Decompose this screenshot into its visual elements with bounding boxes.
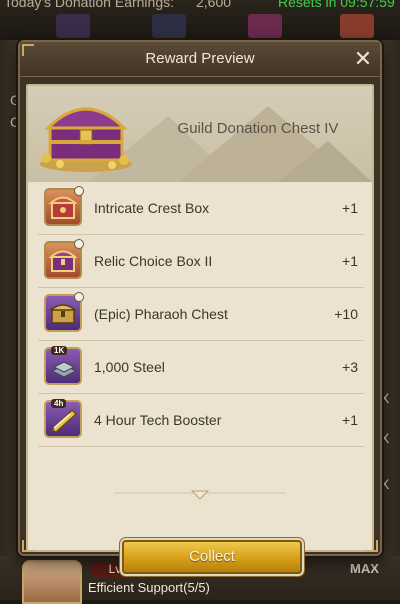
donation-earnings-label: Today's Donation Earnings: (4, 0, 174, 10)
background-chest-icon (248, 14, 282, 38)
reward-name: Relic Choice Box II (94, 253, 213, 269)
chest-name: Guild Donation Chest IV (177, 120, 339, 137)
crest-box-icon (44, 186, 84, 226)
frame-corner-decoration (22, 44, 34, 56)
reward-quantity: +1 (342, 412, 358, 428)
list-item: Intricate Crest Box +1 (38, 182, 364, 235)
reward-name: 1,000 Steel (94, 359, 165, 375)
modal-title-bar: Reward Preview ✕ (20, 42, 380, 77)
pharaoh-chest-icon (44, 292, 84, 332)
reward-panel: Guild Donation Chest IV Intricate Crest … (26, 84, 374, 574)
background-chest-icon (340, 14, 374, 38)
background-chest-icon (152, 14, 186, 38)
reward-name: Intricate Crest Box (94, 200, 210, 216)
chest-header: Guild Donation Chest IV (28, 86, 372, 182)
list-item: 4h 4 Hour Tech Booster +1 (38, 394, 364, 447)
avatar (22, 560, 82, 604)
scroll-down-indicator (114, 490, 286, 500)
max-label: MAX (350, 561, 379, 576)
amount-tag: 1K (51, 346, 68, 355)
background-chest-icon (56, 14, 90, 38)
close-button[interactable]: ✕ (350, 46, 376, 72)
info-icon (74, 239, 84, 249)
frame-corner-decoration (22, 540, 34, 552)
close-icon: ✕ (353, 46, 373, 71)
donation-chest-icon (40, 107, 132, 172)
reward-list: Intricate Crest Box +1 Relic Choice Box … (38, 182, 364, 447)
list-item: 1K 1,000 Steel +3 (38, 341, 364, 394)
reward-name: (Epic) Pharaoh Chest (94, 306, 228, 322)
donation-earnings-value: 2,600 (196, 0, 232, 10)
skill-name: Efficient Support(5/5) (88, 580, 210, 595)
reward-preview-modal: Reward Preview ✕ Guild Donation Chest IV… (18, 40, 382, 574)
reward-quantity: +3 (342, 359, 358, 375)
reward-quantity: +10 (334, 306, 358, 322)
list-item: (Epic) Pharaoh Chest +10 (38, 288, 364, 341)
info-icon (74, 292, 84, 302)
tech-booster-icon: 4h (44, 399, 82, 438)
relic-box-icon (44, 239, 84, 279)
reset-timer: Resets in 09:57:59 (278, 0, 395, 10)
steel-icon: 1K (44, 346, 82, 385)
collect-button[interactable]: Collect (122, 540, 302, 574)
reward-name: 4 Hour Tech Booster (94, 412, 222, 428)
reward-quantity: +1 (342, 253, 358, 269)
info-icon (74, 186, 84, 196)
reward-quantity: +1 (342, 200, 358, 216)
frame-corner-decoration (366, 540, 378, 552)
modal-title: Reward Preview (145, 50, 255, 67)
duration-tag: 4h (51, 399, 67, 408)
list-item: Relic Choice Box II +1 (38, 235, 364, 288)
background-top-bar: Today's Donation Earnings: 2,600 Resets … (0, 0, 400, 40)
